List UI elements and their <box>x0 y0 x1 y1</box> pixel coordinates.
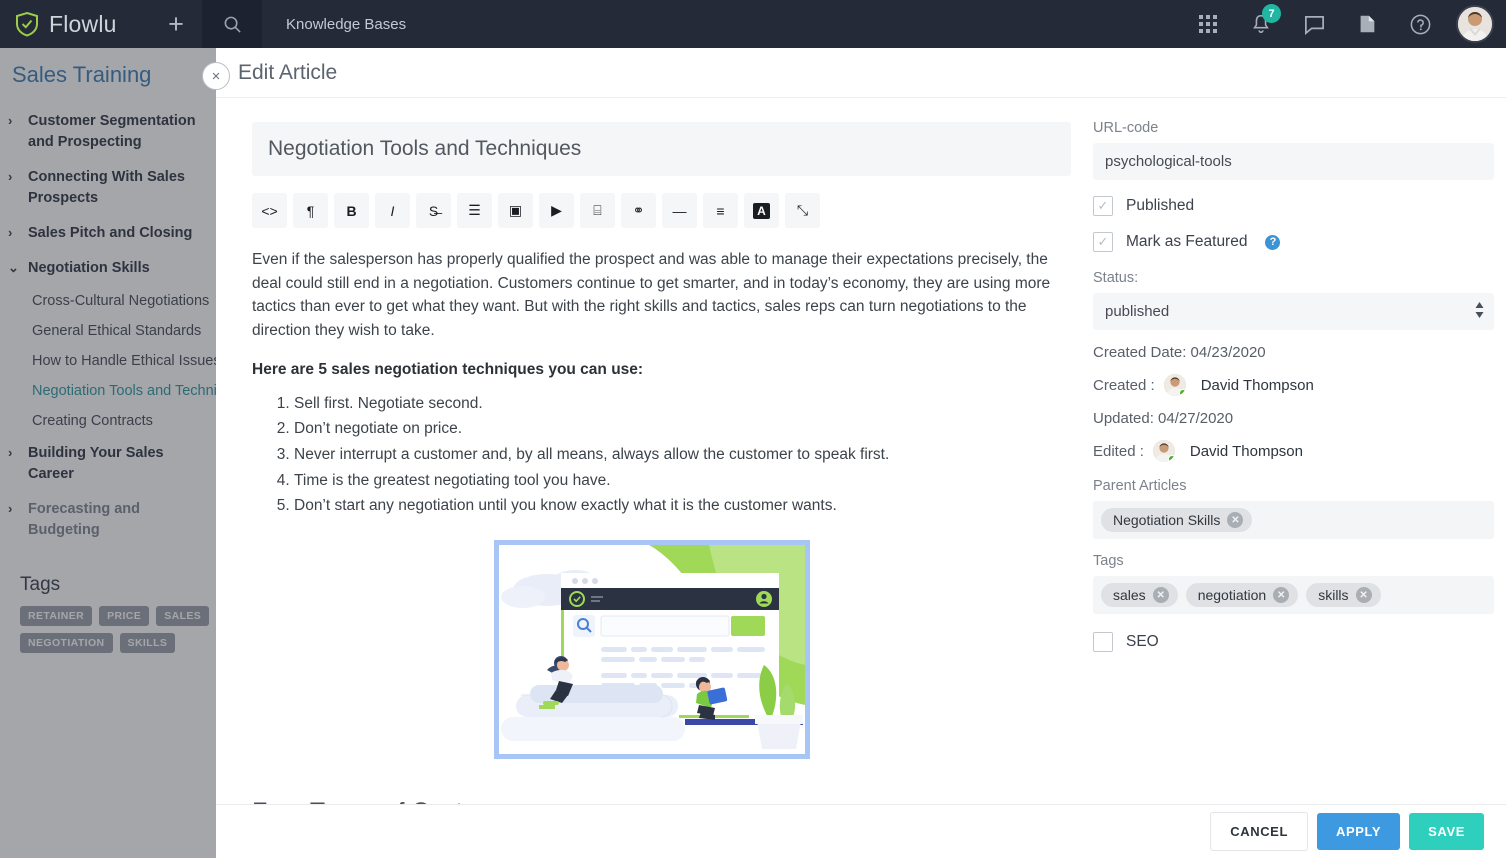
remove-chip-icon[interactable]: ✕ <box>1227 512 1244 528</box>
help-icon[interactable] <box>1395 0 1445 48</box>
image-icon[interactable]: ▣ <box>498 193 533 228</box>
avatar[interactable] <box>1163 374 1186 396</box>
chip-label: Negotiation Skills <box>1113 512 1221 528</box>
tags-label: Tags <box>1093 553 1124 569</box>
modal-header: Edit Article <box>216 48 1506 98</box>
modal-footer: CANCEL APPLY SAVE <box>216 804 1506 858</box>
article-meta-column: URL-code ✓ Published ✓ Mark as Featured … <box>1081 98 1506 804</box>
tags-field[interactable]: sales ✕ negotiation ✕ skills ✕ <box>1093 576 1494 614</box>
font-color-icon[interactable]: A <box>744 193 779 228</box>
flowlu-logo-icon <box>14 11 40 37</box>
modal-title: Edit Article <box>238 60 338 84</box>
horizontal-rule-icon[interactable]: — <box>662 193 697 228</box>
status-select-wrapper: published <box>1093 293 1494 330</box>
apps-grid-icon[interactable] <box>1183 0 1233 48</box>
top-bar-actions: 7 <box>1183 0 1506 48</box>
created-by-row: Created : David Thompson <box>1093 374 1494 396</box>
seo-label: SEO <box>1126 633 1159 650</box>
link-icon[interactable]: ⚭ <box>621 193 656 228</box>
avatar[interactable] <box>1152 440 1175 462</box>
search-icon[interactable] <box>202 0 262 48</box>
section-title: Knowledge Bases <box>286 15 407 33</box>
add-button[interactable]: + <box>150 0 202 48</box>
status-select[interactable]: published <box>1093 293 1494 330</box>
cancel-button[interactable]: CANCEL <box>1210 812 1308 851</box>
article-paragraph-2: Here are 5 sales negotiation techniques … <box>252 360 644 378</box>
tag-chip[interactable]: skills ✕ <box>1306 583 1381 607</box>
list-item: Time is the greatest negotiating tool yo… <box>294 469 1051 493</box>
remove-chip-icon[interactable]: ✕ <box>1355 587 1372 603</box>
bullet-list-icon[interactable]: ☰ <box>457 193 492 228</box>
article-content[interactable]: Even if the salesperson has properly qua… <box>252 248 1051 804</box>
edited-by-row: Edited : David Thompson <box>1093 440 1494 462</box>
paragraph-icon[interactable]: ¶ <box>293 193 328 228</box>
video-icon[interactable]: ▶ <box>539 193 574 228</box>
remove-chip-icon[interactable]: ✕ <box>1152 587 1169 603</box>
list-item: Sell first. Negotiate second. <box>294 392 1051 416</box>
chat-icon[interactable] <box>1289 0 1339 48</box>
article-editor-column: <> ¶ B I S̶ ☰ ▣ ▶ ⌸ ⚭ — ≡ A ⤡ Even if th… <box>216 98 1081 804</box>
align-icon[interactable]: ≡ <box>703 193 738 228</box>
list-item: Never interrupt a customer and, by all m… <box>294 443 1051 467</box>
edited-label: Edited : <box>1093 442 1144 460</box>
article-title-input[interactable] <box>252 122 1071 176</box>
published-checkbox-row[interactable]: ✓ Published <box>1093 196 1494 216</box>
user-avatar[interactable] <box>1456 5 1494 43</box>
techniques-list: Sell first. Negotiate second. Don’t nego… <box>252 392 1051 519</box>
top-navigation-bar: Flowlu + Knowledge Bases 7 <box>0 0 1506 48</box>
document-icon[interactable] <box>1342 0 1392 48</box>
bell-icon[interactable]: 7 <box>1236 0 1286 48</box>
modal-body: <> ¶ B I S̶ ☰ ▣ ▶ ⌸ ⚭ — ≡ A ⤡ Even if th… <box>216 98 1506 804</box>
code-icon[interactable]: <> <box>252 193 287 228</box>
list-item: Don’t negotiate on price. <box>294 417 1051 441</box>
remove-chip-icon[interactable]: ✕ <box>1273 587 1290 603</box>
brand-logo-area[interactable]: Flowlu <box>0 11 150 38</box>
checkbox-unchecked-icon[interactable]: ✓ <box>1093 632 1113 652</box>
created-date: Created Date: 04/23/2020 <box>1093 344 1266 361</box>
tag-chip[interactable]: sales ✕ <box>1101 583 1178 607</box>
chip-label: sales <box>1113 587 1146 603</box>
created-label: Created : <box>1093 376 1155 394</box>
table-icon[interactable]: ⌸ <box>580 193 615 228</box>
chip-label: skills <box>1318 587 1349 603</box>
expand-icon[interactable]: ⤡ <box>785 193 820 228</box>
italic-icon[interactable]: I <box>375 193 410 228</box>
updated-date: Updated: 04/27/2020 <box>1093 410 1234 427</box>
section-heading: Four Types of Customers <box>252 793 1051 804</box>
online-status-dot <box>1178 389 1186 396</box>
stepper-arrows-icon[interactable] <box>1475 302 1484 318</box>
featured-label: Mark as Featured <box>1126 233 1248 250</box>
brand-name: Flowlu <box>49 10 117 37</box>
status-label: Status: <box>1093 270 1139 286</box>
strikethrough-icon[interactable]: S̶ <box>416 193 451 228</box>
knowledge-base-illustration[interactable] <box>493 540 810 760</box>
seo-checkbox-row[interactable]: ✓ SEO <box>1093 632 1494 652</box>
chip-label: negotiation <box>1197 587 1267 603</box>
checkbox-checked-icon[interactable]: ✓ <box>1093 232 1113 252</box>
bold-icon[interactable]: B <box>334 193 369 228</box>
editor-toolbar: <> ¶ B I S̶ ☰ ▣ ▶ ⌸ ⚭ — ≡ A ⤡ <box>252 193 1051 228</box>
url-code-label: URL-code <box>1093 120 1159 136</box>
parent-article-chip[interactable]: Negotiation Skills ✕ <box>1101 508 1253 532</box>
created-user-name: David Thompson <box>1200 376 1314 394</box>
featured-checkbox-row[interactable]: ✓ Mark as Featured ? <box>1093 232 1494 252</box>
notification-badge: 7 <box>1262 4 1281 23</box>
save-button[interactable]: SAVE <box>1409 813 1484 850</box>
apply-button[interactable]: APPLY <box>1317 813 1401 850</box>
tag-chip[interactable]: negotiation ✕ <box>1185 583 1299 607</box>
article-paragraph-1: Even if the salesperson has properly qua… <box>252 251 1051 340</box>
online-status-dot <box>1167 455 1175 462</box>
parent-articles-field[interactable]: Negotiation Skills ✕ <box>1093 501 1494 539</box>
list-item: Don’t start any negotiation until you kn… <box>294 494 1051 518</box>
close-icon[interactable]: × <box>202 62 230 90</box>
edited-user-name: David Thompson <box>1189 442 1303 460</box>
published-label: Published <box>1126 197 1195 214</box>
checkbox-checked-icon[interactable]: ✓ <box>1093 196 1113 216</box>
parent-articles-label: Parent Articles <box>1093 478 1187 494</box>
edit-article-modal: × Edit Article <> ¶ B I S̶ ☰ ▣ ▶ ⌸ ⚭ — ≡… <box>202 48 1506 858</box>
help-icon[interactable]: ? <box>1265 234 1281 250</box>
url-code-input[interactable] <box>1093 143 1494 180</box>
modal-backdrop[interactable] <box>0 48 216 858</box>
